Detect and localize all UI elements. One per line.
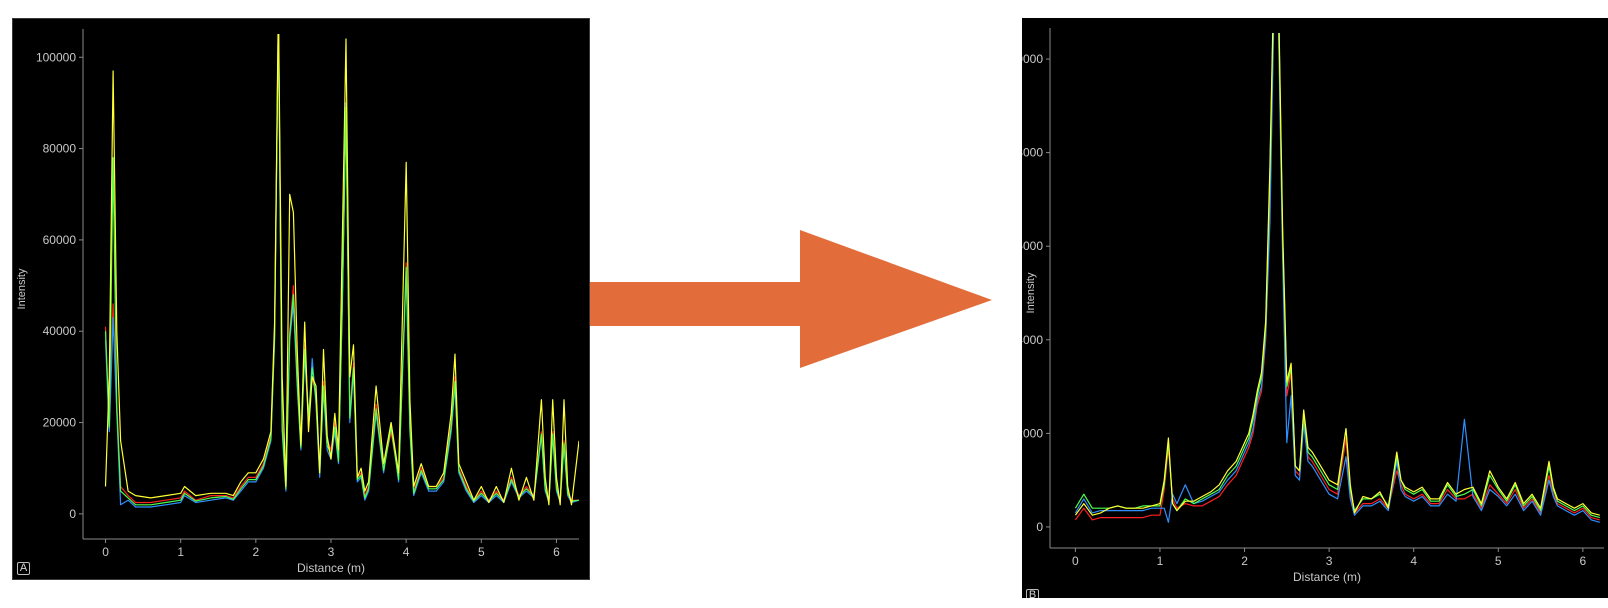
y-tick-label: 4000: [1022, 333, 1043, 347]
x-tick-label: 2: [1241, 554, 1248, 568]
x-tick-label: 1: [177, 545, 184, 559]
y-axis-label: Intensity: [16, 268, 28, 309]
series-group: [1074, 33, 1600, 523]
x-tick-label: 2: [253, 545, 260, 559]
x-tick-label: 1: [1157, 554, 1164, 568]
x-tick-label: 5: [478, 545, 485, 559]
y-tick-label: 8000: [1022, 146, 1043, 160]
x-tick-label: 4: [1410, 554, 1417, 568]
y-tick-label: 40000: [43, 324, 77, 338]
chart-panel-b: 0 2000 4000 6000 8000 10000 0 1 2 3 4 5 6 Distance (m…: [1022, 18, 1608, 598]
x-tick-label: 5: [1495, 554, 1502, 568]
arrow-shaft: [590, 282, 802, 326]
y-tick-label: 100000: [36, 50, 76, 64]
series-line-4: [1074, 33, 1600, 516]
x-tick-label: 6: [553, 545, 560, 559]
arrow-head: [800, 230, 992, 368]
x-tick-label: 4: [403, 545, 410, 559]
series-line-3: [1074, 33, 1600, 519]
y-axis-label: Intensity: [1025, 272, 1037, 313]
panel-label-icon: B: [1026, 589, 1039, 598]
chart-panel-a: 0 20000 40000 60000 80000 100000 0 1 2 3 4 5 6 Distan…: [12, 18, 590, 580]
y-tick-label: 0: [69, 507, 76, 521]
x-tick-label: 0: [102, 545, 109, 559]
x-tick-label: 6: [1580, 554, 1587, 568]
y-tick-label: 20000: [43, 416, 77, 430]
x-axis-label: Distance (m): [297, 561, 365, 575]
chart-a-plot: 0 20000 40000 60000 80000 100000 0 1 2 3 4 5 6 Distan…: [16, 29, 579, 575]
y-tick-label: 0: [1036, 520, 1043, 534]
x-tick-label: 3: [1326, 554, 1333, 568]
series-line-1: [1074, 33, 1600, 521]
right-arrow-icon: [590, 230, 992, 368]
y-tick-label: 2000: [1022, 426, 1043, 440]
y-tick-label: 6000: [1022, 239, 1043, 253]
y-tick-label: 10000: [1022, 52, 1043, 66]
x-tick-label: 0: [1072, 554, 1079, 568]
x-axis-label: Distance (m): [1293, 570, 1361, 584]
panel-label-icon: A: [17, 562, 30, 575]
series-group: [104, 34, 579, 508]
x-tick-label: 3: [328, 545, 335, 559]
series-line-2: [1074, 33, 1600, 523]
y-tick-label: 80000: [43, 142, 77, 156]
series-line-4: [104, 34, 579, 506]
chart-b-plot: 0 2000 4000 6000 8000 10000 0 1 2 3 4 5 6 Distance (m…: [1022, 28, 1604, 584]
y-tick-label: 60000: [43, 233, 77, 247]
